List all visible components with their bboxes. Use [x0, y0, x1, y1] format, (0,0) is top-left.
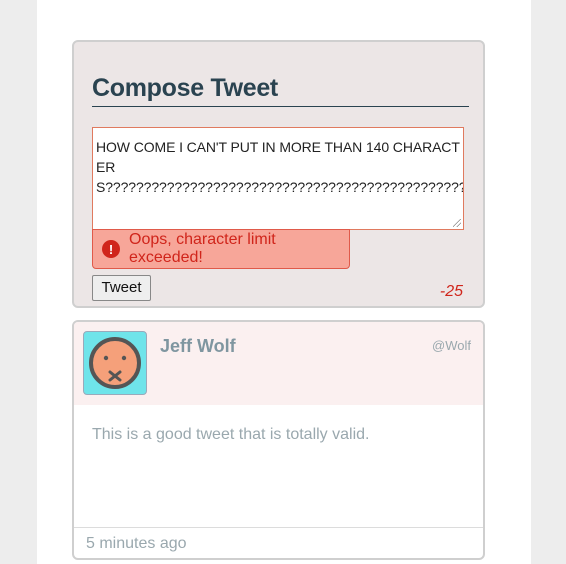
tweet-header: Jeff Wolf @Wolf	[74, 322, 483, 405]
timestamp: 5 minutes ago	[86, 535, 187, 552]
tweet-text-value: HOW COME I CAN'T PUT IN MORE THAN 140 CH…	[96, 139, 463, 195]
resize-handle-icon[interactable]	[453, 219, 461, 227]
tweet-footer: 5 minutes ago	[74, 527, 483, 558]
tweet-body: This is a good tweet that is totally val…	[92, 426, 370, 443]
tweet-button[interactable]: Tweet	[92, 275, 151, 301]
error-icon: !	[102, 240, 120, 258]
avatar-face-icon	[89, 337, 141, 389]
error-message: Oops, character limit exceeded!	[129, 231, 276, 266]
tweet-text-input[interactable]: HOW COME I CAN'T PUT IN MORE THAN 140 CH…	[92, 127, 464, 230]
avatar	[83, 331, 147, 395]
character-count: -25	[439, 283, 463, 300]
character-limit-error: ! Oops, character limit exceeded!	[92, 229, 350, 269]
compose-title: Compose Tweet	[92, 72, 469, 107]
user-handle: @Wolf	[432, 338, 471, 353]
user-name: Jeff Wolf	[160, 336, 236, 356]
compose-tweet-panel: Compose Tweet HOW COME I CAN'T PUT IN MO…	[72, 40, 485, 308]
tweet-card: Jeff Wolf @Wolf This is a good tweet tha…	[72, 320, 485, 560]
